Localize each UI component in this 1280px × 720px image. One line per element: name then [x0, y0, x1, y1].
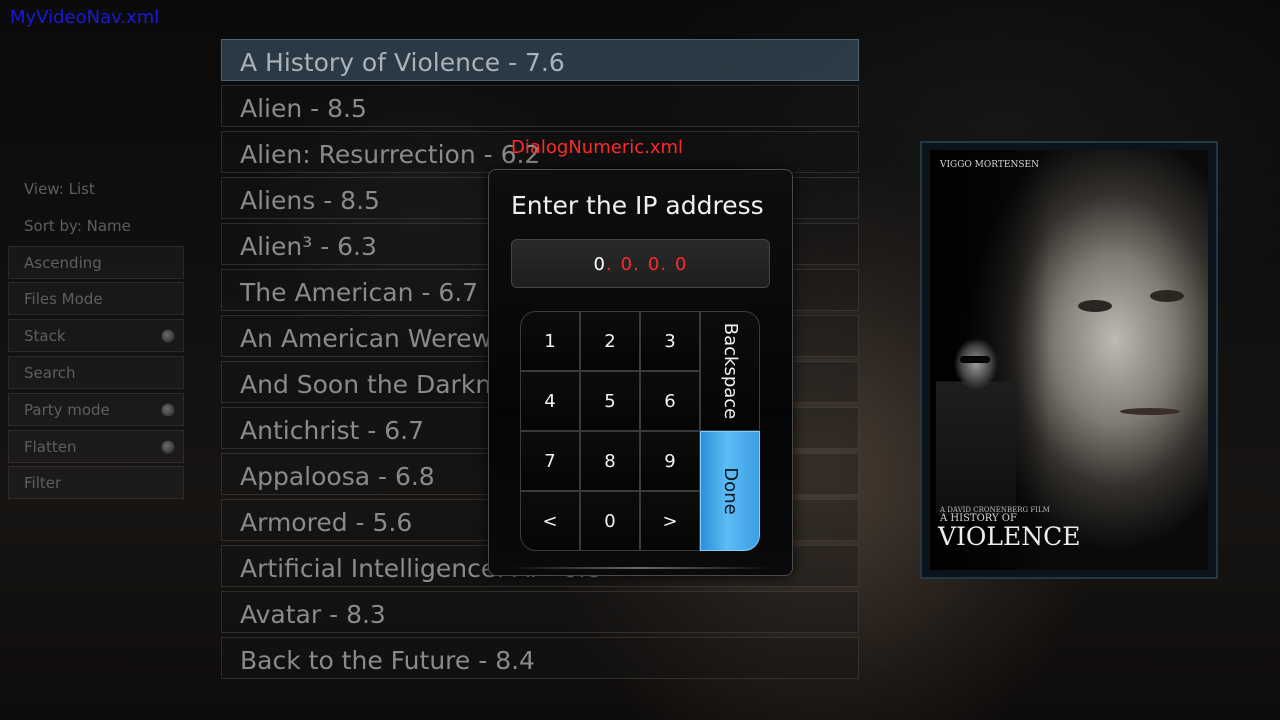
movie-list-item[interactable]: Alien - 8.5	[221, 85, 859, 127]
key-3-button[interactable]: 3	[640, 311, 700, 371]
poster-figure	[936, 336, 1016, 516]
window-name-label: MyVideoNav.xml	[10, 7, 160, 28]
dialog-heading: Enter the IP address	[511, 191, 764, 220]
ip-address-field[interactable]: 0. 0. 0. 0	[511, 239, 770, 288]
side-menu: View: List Sort by: Name Ascending Files Mo…	[8, 172, 184, 503]
ip-octet: 0	[593, 254, 606, 275]
key-6-button[interactable]: 6	[640, 371, 700, 431]
side-menu-item[interactable]: Party mode	[8, 392, 184, 426]
side-menu-item-label: Flatten	[24, 437, 77, 456]
side-menu-item[interactable]: Files Mode	[8, 282, 184, 316]
ip-octet: 0	[647, 254, 661, 275]
ip-octet: 0	[675, 254, 688, 275]
poster-face-eye	[1150, 290, 1184, 302]
ip-octet: 0	[620, 254, 634, 275]
movie-list-item[interactable]: Back to the Future - 8.4	[221, 637, 859, 679]
dialog-window-name-label: DialogNumeric.xml	[511, 137, 684, 158]
side-menu-item-label: Sort by: Name	[24, 216, 131, 235]
previous-octet-button[interactable]: <	[520, 491, 580, 551]
side-menu-item[interactable]: Search	[8, 355, 184, 389]
side-menu-item-label: Party mode	[24, 400, 110, 419]
side-menu-item-label: Files Mode	[24, 290, 103, 309]
key-2-button[interactable]: 2	[580, 311, 640, 371]
ip-separator: .	[660, 254, 668, 275]
side-menu-item[interactable]: Ascending	[8, 245, 184, 279]
side-menu-item-label: Ascending	[24, 253, 102, 272]
key-5-button[interactable]: 5	[580, 371, 640, 431]
numeric-dialog: Enter the IP address 0. 0. 0. 0 1 2 3 Backs…	[488, 169, 793, 576]
ip-separator: .	[633, 254, 640, 275]
toggle-radio-icon	[162, 440, 174, 453]
done-button[interactable]: Done	[700, 431, 760, 551]
toggle-radio-icon	[162, 330, 174, 343]
key-4-button[interactable]: 4	[520, 371, 580, 431]
key-1-button[interactable]: 1	[520, 311, 580, 371]
side-menu-item-label: View: List	[24, 180, 95, 198]
toggle-radio-icon	[162, 403, 174, 416]
poster-actor: VIGGO MORTENSEN	[940, 160, 1039, 170]
side-menu-item[interactable]: Filter	[8, 466, 184, 500]
backspace-label: Backspace	[720, 322, 741, 420]
key-8-button[interactable]: 8	[580, 431, 640, 491]
poster-face-eye	[1078, 300, 1112, 312]
next-octet-button[interactable]: >	[640, 491, 700, 551]
done-label: Done	[720, 467, 741, 515]
key-7-button[interactable]: 7	[520, 431, 580, 491]
side-menu-item[interactable]: Sort by: Name	[8, 209, 184, 242]
side-menu-item[interactable]: Flatten	[8, 429, 184, 463]
movie-list-item[interactable]: A History of Violence - 7.6	[221, 39, 859, 81]
side-menu-item-label: Search	[24, 363, 76, 382]
side-menu-item[interactable]: View: List	[8, 172, 184, 205]
poster-figure-sunglasses	[960, 356, 990, 363]
keypad: 1 2 3 Backspace 4 5 6 7 8 9 Done < 0 >	[520, 311, 760, 551]
poster-title: VIOLENCE	[938, 522, 1081, 551]
side-menu-item-label: Filter	[24, 474, 62, 493]
ip-separator: .	[605, 254, 613, 275]
side-menu-item-label: Stack	[24, 327, 66, 346]
movie-poster: VIGGO MORTENSEN A DAVID CRONENBERG FILM …	[930, 150, 1208, 570]
key-0-button[interactable]: 0	[580, 491, 640, 551]
side-menu-item[interactable]: Stack	[8, 319, 184, 353]
movie-list-item[interactable]: Avatar - 8.3	[221, 591, 859, 633]
dialog-divider	[509, 567, 772, 569]
backspace-button[interactable]: Backspace	[700, 311, 760, 431]
poster-face-mouth	[1120, 408, 1180, 415]
poster-frame: VIGGO MORTENSEN A DAVID CRONENBERG FILM …	[920, 141, 1218, 579]
key-9-button[interactable]: 9	[640, 431, 700, 491]
